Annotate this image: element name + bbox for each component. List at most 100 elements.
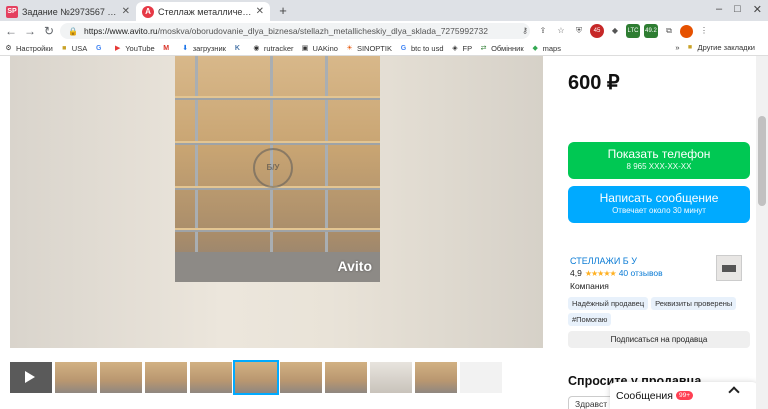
avito-watermark: Avito <box>337 258 372 274</box>
folder-icon: ■ <box>687 44 693 51</box>
bookmarks-more-icon[interactable]: » <box>675 43 679 52</box>
avatar[interactable] <box>680 24 693 38</box>
bookmark-fp[interactable]: ◈ FP <box>451 44 472 53</box>
back-arrow-icon[interactable]: ← <box>3 23 19 39</box>
page-scrollbar[interactable] <box>756 56 768 409</box>
close-window-icon[interactable]: ✕ <box>753 3 762 16</box>
scrollbar-thumb[interactable] <box>758 116 766 206</box>
listing-page: Б/У Avito 600 ₽ Показать телефон 8 965 X… <box>0 56 768 409</box>
bookmark-other[interactable]: ■ Другие закладки <box>686 43 755 52</box>
listing-sidebar: 600 ₽ Показать телефон 8 965 XXX-XX-XX Н… <box>568 56 750 409</box>
main-photo[interactable]: Б/У Avito <box>175 56 380 282</box>
new-tab-button[interactable]: + <box>276 4 290 18</box>
seller-logo[interactable] <box>716 255 742 281</box>
close-icon[interactable]: ✕ <box>256 6 264 17</box>
phone-number-masked: 8 965 XXX-XX-XX <box>626 162 692 171</box>
thumbnail-placeholder <box>460 362 502 393</box>
gear-icon: ⚙ <box>5 44 12 52</box>
price: 600 ₽ <box>568 72 620 94</box>
shield-icon[interactable]: ⛨ <box>572 24 586 38</box>
map-pin-icon: ◆ <box>532 44 538 52</box>
tab-favicon-icon: A <box>142 5 154 18</box>
bookmark-usa[interactable]: ■ USA <box>60 44 87 53</box>
reviews-link[interactable]: 40 отзывов <box>619 268 663 278</box>
bookmark-maps[interactable]: ◆ maps <box>531 44 561 53</box>
extension-icon[interactable]: ◆ <box>608 24 622 38</box>
thumbnail[interactable] <box>280 362 322 393</box>
chevron-up-icon[interactable] <box>728 386 740 398</box>
photo-gallery[interactable]: Б/У Avito <box>10 56 543 348</box>
seller-type: Компания <box>570 281 609 291</box>
fp-icon: ◈ <box>452 44 458 52</box>
maximize-icon[interactable]: □ <box>734 3 741 16</box>
thumbnail[interactable] <box>415 362 457 393</box>
folder-icon: ■ <box>62 44 67 52</box>
shelf-post <box>325 56 328 256</box>
address-bar[interactable]: 🔒 https://www.avito.ru /moskva/oborudova… <box>60 23 530 39</box>
bookmark-vk[interactable]: K <box>233 44 245 53</box>
bookmark-downloader[interactable]: ⬇ загрузник <box>181 44 226 53</box>
tab-favicon-icon: SP <box>6 5 18 18</box>
rutracker-icon: ◉ <box>253 44 260 52</box>
ltc-extension-icon[interactable]: LTC <box>626 24 640 38</box>
bookmark-btc[interactable]: Gbtc to usd <box>399 44 444 53</box>
thumbnail-selected[interactable] <box>233 360 279 395</box>
bookmark-google[interactable]: G <box>94 44 106 53</box>
badge-verified-requisites[interactable]: Реквизиты проверены <box>651 297 737 310</box>
play-icon <box>25 371 35 383</box>
url-host: https://www.avito.ru <box>83 26 158 36</box>
badge-helping[interactable]: #Помогаю <box>568 313 612 326</box>
write-message-button[interactable]: Написать сообщение Отвечает около 30 мин… <box>568 186 750 223</box>
bookmark-settings[interactable]: ⚙ Настройки <box>4 44 52 53</box>
extension-icons: ⚷ ⇪ ☆ ⛨ 45 ◆ LTC 49.2 ⧉ ⋮ <box>518 23 711 39</box>
puzzle-icon[interactable]: ⧉ <box>662 24 676 38</box>
thumbnail[interactable] <box>325 362 367 393</box>
tab-avito[interactable]: A Стеллаж металлический для скл ✕ <box>136 2 270 21</box>
badge-reliable-seller[interactable]: Надёжный продавец <box>568 297 649 310</box>
star-icon[interactable]: ☆ <box>554 24 568 38</box>
write-message-label: Написать сообщение <box>599 191 719 205</box>
show-phone-label: Показать телефон <box>607 147 711 161</box>
key-icon[interactable]: ⚷ <box>518 24 532 38</box>
messages-widget[interactable]: Сообщения 99+ <box>610 382 758 409</box>
bookmark-sinoptik[interactable]: ☀ SINOPTIK <box>345 44 392 53</box>
show-phone-button[interactable]: Показать телефон 8 965 XXX-XX-XX <box>568 142 750 179</box>
response-time: Отвечает около 30 минут <box>612 206 706 215</box>
share-icon[interactable]: ⇪ <box>536 24 550 38</box>
thumbnail[interactable] <box>55 362 97 393</box>
reload-icon[interactable]: ↻ <box>41 23 57 39</box>
rating-value: 4,9 <box>570 268 582 278</box>
extension-badge-icon[interactable]: 45 <box>590 24 604 38</box>
messages-count-badge: 99+ <box>676 391 694 400</box>
bookmark-youtube[interactable]: ▶ YouTube <box>113 44 155 53</box>
download-icon: ⬇ <box>182 44 189 52</box>
bookmark-rutracker[interactable]: ◉ rutracker <box>252 44 293 53</box>
thumbnail-video[interactable] <box>10 362 52 393</box>
tab-assignment[interactable]: SP Задание №2973567 - просмотр з ✕ <box>0 2 136 21</box>
tab-title: Задание №2973567 - просмотр з <box>22 6 118 17</box>
google-icon: G <box>400 44 407 52</box>
thumbnail[interactable] <box>145 362 187 393</box>
thumbnail[interactable] <box>100 362 142 393</box>
vk-icon: K <box>234 44 240 52</box>
shelf <box>175 228 380 232</box>
bookmark-gmail[interactable]: M <box>162 44 174 53</box>
seller-badges: Надёжный продавец Реквизиты проверены #П… <box>568 297 750 326</box>
window-controls: – □ ✕ <box>716 3 762 16</box>
google-icon: G <box>95 44 102 52</box>
bookmark-exchange[interactable]: ⇄ Обмінник <box>479 44 524 53</box>
minimize-icon[interactable]: – <box>716 3 722 16</box>
thumbnail[interactable] <box>370 362 412 393</box>
menu-icon[interactable]: ⋮ <box>697 24 711 38</box>
weather-icon: ☀ <box>346 44 353 52</box>
bookmark-uakino[interactable]: ▣ UAKino <box>301 44 338 53</box>
forward-arrow-icon[interactable]: → <box>22 23 38 39</box>
gmail-icon: M <box>163 44 170 52</box>
seller-name-link[interactable]: СТЕЛЛАЖИ Б У <box>570 256 637 266</box>
thumbnail[interactable] <box>190 362 232 393</box>
thumbnail-strip <box>10 360 502 395</box>
ltc-value-icon[interactable]: 49.2 <box>644 24 658 38</box>
close-icon[interactable]: ✕ <box>122 6 130 17</box>
subscribe-button[interactable]: Подписаться на продавца <box>568 331 750 348</box>
shelf-post <box>195 56 198 282</box>
